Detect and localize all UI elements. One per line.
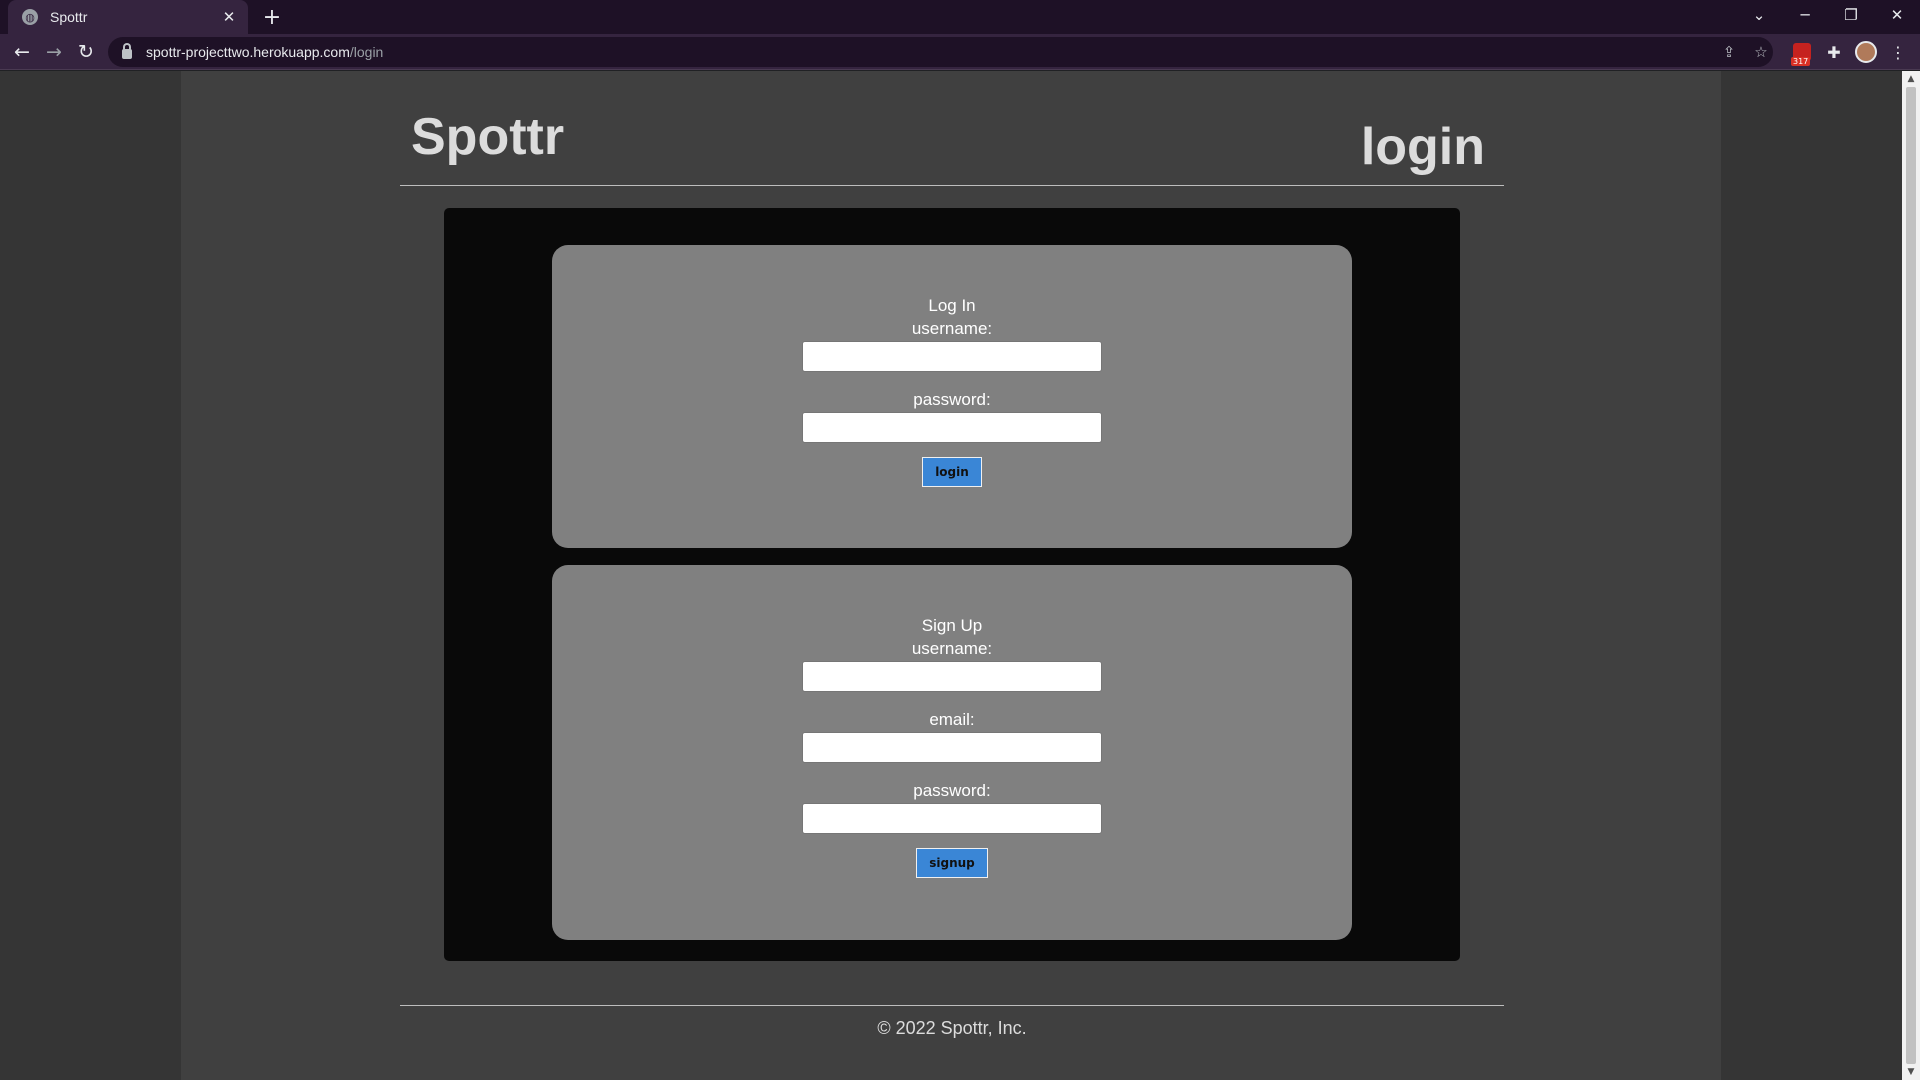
login-password-label: password: [913,390,991,409]
scroll-down-icon[interactable]: ▼ [1902,1064,1920,1080]
signup-password-label: password: [913,781,991,800]
tab-search-icon[interactable]: ⌄ [1736,0,1782,30]
signup-title: Sign Up [921,616,983,635]
share-icon[interactable]: ⇪ [1718,41,1740,63]
signup-email-input[interactable] [802,732,1102,763]
signup-password-input[interactable] [802,803,1102,834]
new-tab-button[interactable]: + [258,3,286,31]
login-button[interactable]: login [922,457,982,487]
forms-container: Log In username: password: login Sign Up… [444,208,1460,961]
browser-menu-icon[interactable]: ⋮ [1886,40,1910,64]
close-tab-icon[interactable]: ✕ [220,8,238,26]
browser-tab-strip: ◍ Spottr ✕ + ⌄ ─ ❐ ✕ [0,0,1920,34]
footer-copyright: © 2022 Spottr, Inc. [877,1018,1027,1038]
login-username-input[interactable] [802,341,1102,372]
scrollbar-thumb[interactable] [1906,87,1916,1064]
footer-divider [400,1005,1504,1006]
signup-form: Sign Up username: email: password: signu… [802,565,1102,878]
address-bar[interactable]: spottr-projecttwo.herokuapp.com/login ⇪ … [108,37,1773,67]
browser-tab[interactable]: ◍ Spottr ✕ [8,0,248,34]
signup-username-label: username: [911,639,993,658]
signup-email-label: email: [929,710,975,729]
login-form: Log In username: password: login [802,245,1102,487]
signup-card: Sign Up username: email: password: signu… [552,565,1352,940]
url-path: /login [349,44,384,60]
header-divider [400,185,1504,186]
bookmark-star-icon[interactable]: ☆ [1750,41,1772,63]
login-title: Log In [928,296,976,315]
minimize-button[interactable]: ─ [1782,0,1828,30]
close-window-button[interactable]: ✕ [1874,0,1920,30]
login-card: Log In username: password: login [552,245,1352,548]
globe-icon: ◍ [22,9,38,25]
page-heading: login [1360,118,1485,176]
login-password-input[interactable] [802,412,1102,443]
page-viewport: Spottr login Log In username: password: … [0,71,1902,1080]
page-scrollbar[interactable]: ▲ ▼ [1902,71,1920,1080]
profile-avatar[interactable] [1854,40,1878,64]
lock-icon[interactable] [122,43,132,59]
signup-username-input[interactable] [802,661,1102,692]
url-host: spottr-projecttwo.herokuapp.com [146,44,350,60]
tab-title: Spottr [50,9,88,25]
page-container: Spottr login Log In username: password: … [181,71,1721,1080]
back-icon[interactable]: ← [8,38,36,66]
extensions-puzzle-icon[interactable]: ✚ [1822,40,1846,64]
reload-icon[interactable]: ↻ [72,38,100,66]
signup-button[interactable]: signup [916,848,988,878]
login-username-label: username: [911,319,993,338]
scroll-up-icon[interactable]: ▲ [1902,71,1920,87]
browser-toolbar: ← → ↻ spottr-projecttwo.herokuapp.com/lo… [0,34,1920,70]
forward-icon[interactable]: → [40,38,68,66]
site-title[interactable]: Spottr [411,107,564,167]
extension-badge-count: 317 [1791,57,1811,66]
restore-button[interactable]: ❐ [1828,0,1874,30]
extension-badge-icon[interactable]: 317 [1790,40,1814,66]
